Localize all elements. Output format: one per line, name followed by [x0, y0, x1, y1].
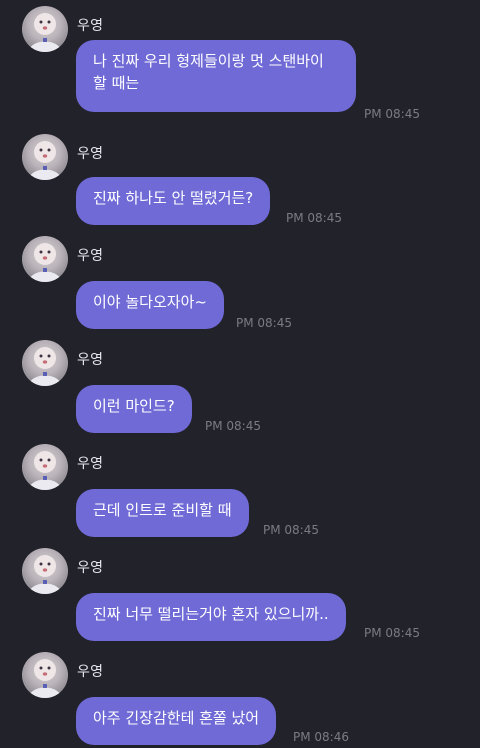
- message-line: 진짜 너무 떨리는거야 혼자 있으니까..: [93, 605, 329, 623]
- chat-thread: 우영 나 진짜 우리 형제들이랑 멋 스탠바이 할 때는 PM 08:45 우영…: [0, 0, 480, 748]
- avatar[interactable]: [22, 236, 68, 282]
- profile-avatar-icon: [28, 347, 62, 386]
- sender-name: 우영: [77, 456, 104, 472]
- message-line: 근데 인트로 준비할 때: [93, 501, 232, 519]
- profile-avatar-icon: [28, 451, 62, 490]
- message-bubble: 이야 놀다오자아~: [76, 281, 224, 329]
- message-bubble: 진짜 너무 떨리는거야 혼자 있으니까..: [76, 593, 346, 641]
- message-time: PM 08:45: [286, 211, 342, 225]
- sender-name: 우영: [77, 248, 104, 264]
- profile-avatar-icon: [28, 555, 62, 594]
- profile-avatar-icon: [28, 141, 62, 180]
- avatar[interactable]: [22, 548, 68, 594]
- message-line: 이런 마인드?: [93, 397, 175, 415]
- profile-avatar-icon: [28, 13, 62, 52]
- message-time: PM 08:45: [364, 626, 420, 640]
- avatar[interactable]: [22, 6, 68, 52]
- avatar[interactable]: [22, 652, 68, 698]
- sender-name: 우영: [77, 664, 104, 680]
- profile-avatar-icon: [28, 243, 62, 282]
- message-line: 할 때는: [93, 74, 140, 92]
- message-bubble: 나 진짜 우리 형제들이랑 멋 스탠바이 할 때는: [76, 40, 356, 112]
- message-bubble: 이런 마인드?: [76, 385, 192, 433]
- sender-name: 우영: [77, 352, 104, 368]
- message-time: PM 08:45: [236, 316, 292, 330]
- avatar[interactable]: [22, 134, 68, 180]
- message-line: 아주 긴장감한테 혼쫄 났어: [93, 709, 260, 727]
- sender-name: 우영: [77, 560, 104, 576]
- message-bubble: 진짜 하나도 안 떨렸거든?: [76, 177, 271, 225]
- avatar[interactable]: [22, 340, 68, 386]
- message-time: PM 08:45: [364, 107, 420, 121]
- message-line: 진짜 하나도 안 떨렸거든?: [93, 189, 254, 207]
- message-line: 이야 놀다오자아~: [93, 293, 207, 311]
- message-line: 나 진짜 우리 형제들이랑 멋 스탠바이: [93, 52, 324, 70]
- sender-name: 우영: [77, 18, 104, 34]
- profile-avatar-icon: [28, 659, 62, 698]
- message-time: PM 08:46: [293, 730, 349, 744]
- sender-name: 우영: [77, 146, 104, 162]
- avatar[interactable]: [22, 444, 68, 490]
- message-time: PM 08:45: [205, 419, 261, 433]
- message-bubble: 아주 긴장감한테 혼쫄 났어: [76, 697, 277, 745]
- message-time: PM 08:45: [263, 523, 319, 537]
- message-bubble: 근데 인트로 준비할 때: [76, 489, 249, 537]
